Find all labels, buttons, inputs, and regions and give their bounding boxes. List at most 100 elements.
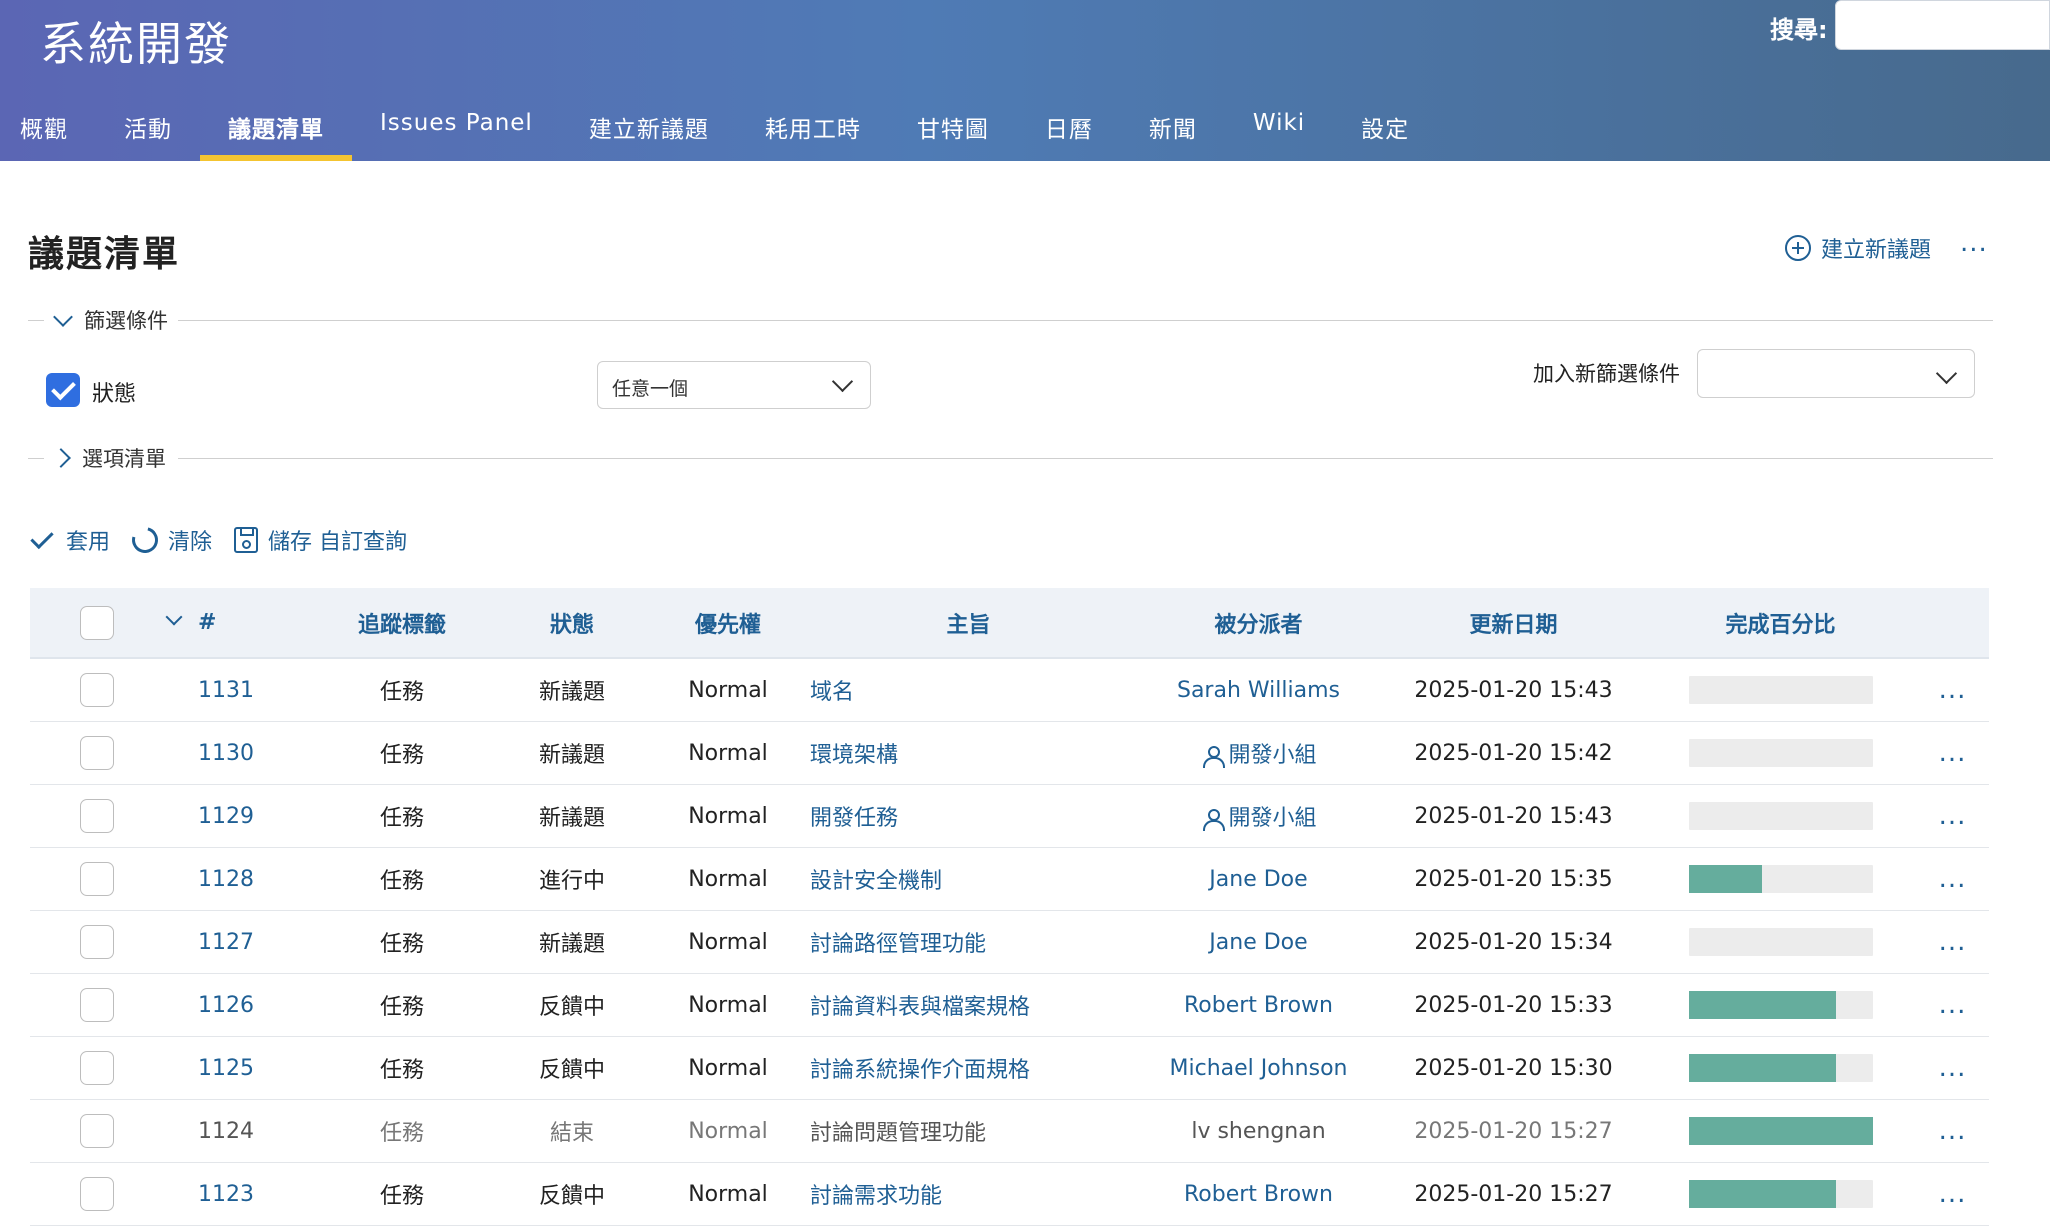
- updated-cell: 2025-01-20 15:33: [1382, 973, 1645, 1037]
- row-more-icon[interactable]: ...: [1916, 847, 1989, 911]
- search-input[interactable]: [1835, 0, 2050, 50]
- row-checkbox[interactable]: [80, 736, 114, 770]
- progress-fill: [1688, 1180, 1836, 1208]
- assignee-link[interactable]: 開發小組: [1228, 743, 1316, 768]
- row-more-icon[interactable]: ...: [1916, 1036, 1989, 1100]
- priority-cell: Normal: [654, 847, 802, 911]
- updated-cell: 2025-01-20 15:43: [1382, 784, 1645, 848]
- row-more-icon[interactable]: ...: [1916, 721, 1989, 785]
- column-header-updated[interactable]: 更新日期: [1382, 588, 1645, 659]
- table-row[interactable]: 1129 任務 新議題 Normal 開發任務 開發小組 2025-01-20 15:43.…: [30, 784, 1989, 848]
- issue-id-link[interactable]: 1129: [164, 784, 314, 848]
- assignee-link[interactable]: Jane Doe: [1135, 910, 1382, 974]
- menu-tab[interactable]: 建立新議題: [561, 100, 737, 161]
- assignee-link[interactable]: lv shengnan: [1135, 1099, 1382, 1163]
- status-filter-checkbox[interactable]: [46, 373, 80, 407]
- menu-tab[interactable]: 耗用工時: [737, 100, 889, 161]
- column-header-done-ratio[interactable]: 完成百分比: [1645, 588, 1916, 659]
- row-checkbox[interactable]: [80, 1177, 114, 1211]
- issue-id-link[interactable]: 1130: [164, 721, 314, 785]
- assignee-link[interactable]: 開發小組: [1228, 806, 1316, 831]
- column-header-id[interactable]: #: [164, 588, 314, 659]
- issue-id-link[interactable]: 1131: [164, 658, 314, 722]
- menu-tab[interactable]: 設定: [1333, 100, 1437, 161]
- row-checkbox[interactable]: [80, 673, 114, 707]
- issue-id-link[interactable]: 1124: [164, 1099, 314, 1163]
- assignee-link[interactable]: Michael Johnson: [1135, 1036, 1382, 1100]
- assignee-link[interactable]: Sarah Williams: [1135, 658, 1382, 722]
- table-row[interactable]: 1131 任務 新議題 Normal 域名 Sarah Williams 2025-01-2…: [30, 658, 1989, 722]
- select-all-checkbox[interactable]: [80, 605, 114, 640]
- subject-link[interactable]: 設計安全機制: [802, 847, 1135, 911]
- row-more-icon[interactable]: ...: [1916, 973, 1989, 1037]
- status-cell: 新議題: [490, 784, 654, 848]
- column-header-tracker[interactable]: 追蹤標籤: [314, 588, 490, 659]
- issue-id-link[interactable]: 1128: [164, 847, 314, 911]
- subject-link[interactable]: 開發任務: [802, 784, 1135, 848]
- progress-bar: [1688, 1180, 1873, 1208]
- table-row[interactable]: 1128 任務 進行中 Normal 設計安全機制 Jane Doe 2025-01-20 …: [30, 847, 1989, 911]
- menu-tab[interactable]: 新聞: [1121, 100, 1225, 161]
- subject-link[interactable]: 域名: [802, 658, 1135, 722]
- table-row[interactable]: 1126 任務 反饋中 Normal 討論資料表與檔案規格 Robert Brown 202…: [30, 973, 1989, 1037]
- table-row[interactable]: 1123 任務 反饋中 Normal 討論需求功能 Robert Brown 2025-01…: [30, 1162, 1989, 1226]
- column-header-status[interactable]: 狀態: [490, 588, 654, 659]
- row-select-cell: [30, 784, 164, 848]
- assignee-link[interactable]: Jane Doe: [1135, 847, 1382, 911]
- subject-link[interactable]: 討論問題管理功能: [802, 1099, 1135, 1163]
- row-checkbox[interactable]: [80, 862, 114, 896]
- column-header-assignee[interactable]: 被分派者: [1135, 588, 1382, 659]
- menu-tab[interactable]: 議題清單: [200, 100, 352, 161]
- subject-link[interactable]: 討論資料表與檔案規格: [802, 973, 1135, 1037]
- save-query-button[interactable]: 儲存 自訂查詢: [234, 524, 407, 556]
- issue-id-link[interactable]: 1127: [164, 910, 314, 974]
- row-select-cell: [30, 847, 164, 911]
- row-more-icon[interactable]: ...: [1916, 910, 1989, 974]
- row-checkbox[interactable]: [80, 988, 114, 1022]
- column-header-subject[interactable]: 主旨: [802, 588, 1135, 659]
- menu-tab[interactable]: 概觀: [0, 100, 96, 161]
- menu-tab[interactable]: 日曆: [1017, 100, 1121, 161]
- menu-tab[interactable]: Wiki: [1225, 100, 1333, 161]
- subject-link[interactable]: 討論需求功能: [802, 1162, 1135, 1226]
- new-issue-button[interactable]: 建立新議題: [1785, 230, 1931, 266]
- row-checkbox[interactable]: [80, 799, 114, 833]
- issue-id-link[interactable]: 1126: [164, 973, 314, 1037]
- project-title[interactable]: 系統開發: [40, 8, 232, 74]
- row-select-cell: [30, 1162, 164, 1226]
- table-row[interactable]: 1130 任務 新議題 Normal 環境架構 開發小組 2025-01-20 15:42.…: [30, 721, 1989, 785]
- row-checkbox[interactable]: [80, 1114, 114, 1148]
- table-row[interactable]: 1124 任務 結束 Normal 討論問題管理功能 lv shengnan 2025-01…: [30, 1099, 1989, 1163]
- issue-id-link[interactable]: 1123: [164, 1162, 314, 1226]
- menu-tab[interactable]: Issues Panel: [352, 100, 561, 161]
- fieldset-divider: [28, 458, 44, 459]
- status-operator-select[interactable]: 任意一個: [597, 361, 871, 409]
- row-checkbox[interactable]: [80, 925, 114, 959]
- row-more-icon[interactable]: ...: [1916, 658, 1989, 722]
- row-more-icon[interactable]: ...: [1916, 1099, 1989, 1163]
- menu-tab[interactable]: 甘特圖: [889, 100, 1017, 161]
- table-row[interactable]: 1125 任務 反饋中 Normal 討論系統操作介面規格 Michael Johnson…: [30, 1036, 1989, 1100]
- subject-link[interactable]: 討論系統操作介面規格: [802, 1036, 1135, 1100]
- subject-link[interactable]: 環境架構: [802, 721, 1135, 785]
- filters-toggle[interactable]: 篩選條件: [50, 300, 168, 340]
- row-checkbox[interactable]: [80, 1051, 114, 1085]
- column-header-priority[interactable]: 優先權: [654, 588, 802, 659]
- add-filter-select[interactable]: [1697, 349, 1975, 398]
- assignee-cell[interactable]: 開發小組: [1135, 784, 1382, 848]
- issues-table: # 追蹤標籤 狀態 優先權 主旨 被分派者 更新日期 完成百分比 1131 任務新…: [30, 588, 1989, 1226]
- apply-button[interactable]: 套用: [30, 524, 110, 556]
- more-icon[interactable]: ...: [1960, 228, 1988, 258]
- clear-button[interactable]: 清除: [127, 522, 212, 558]
- row-more-icon[interactable]: ...: [1916, 784, 1989, 848]
- assignee-link[interactable]: Robert Brown: [1135, 1162, 1382, 1226]
- table-row[interactable]: 1127 任務 新議題 Normal 討論路徑管理功能 Jane Doe 2025-01-2…: [30, 910, 1989, 974]
- options-toggle[interactable]: 選項清單: [50, 438, 166, 478]
- menu-tab[interactable]: 活動: [96, 100, 200, 161]
- subject-link[interactable]: 討論路徑管理功能: [802, 910, 1135, 974]
- assignee-cell[interactable]: 開發小組: [1135, 721, 1382, 785]
- row-more-icon[interactable]: ...: [1916, 1162, 1989, 1226]
- assignee-link[interactable]: Robert Brown: [1135, 973, 1382, 1037]
- issue-id-link[interactable]: 1125: [164, 1036, 314, 1100]
- done-ratio-cell: [1645, 847, 1916, 911]
